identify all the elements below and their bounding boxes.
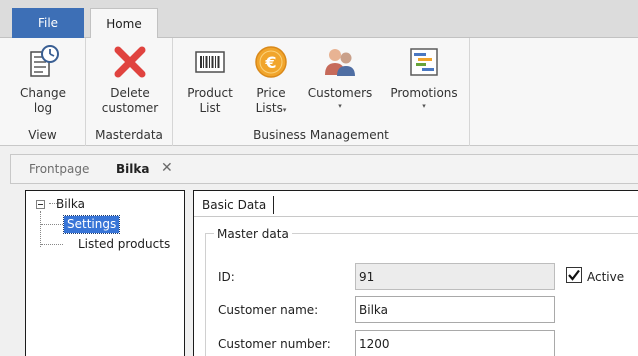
svg-text:€: € [264, 53, 276, 72]
change-log-label-1: Change [20, 86, 66, 100]
group-label-view: View [28, 128, 57, 142]
delete-customer-label-2: customer [101, 101, 159, 115]
tree-connector [41, 224, 63, 225]
tree-node-settings[interactable]: Settings [62, 215, 121, 234]
ribbon-tab-strip: File Home [0, 0, 638, 39]
customers-dropdown-icon: ▾ [338, 102, 342, 110]
id-label: ID: [218, 270, 235, 284]
text-caret [273, 196, 274, 214]
gantt-chart-icon [410, 48, 438, 76]
active-label: Active [587, 270, 625, 284]
customer-number-label: Customer number: [218, 337, 331, 351]
group-label-masterdata: Masterdata [95, 128, 163, 142]
customer-name-label: Customer name: [218, 303, 319, 317]
tree-node-listed-products[interactable]: Listed products [78, 237, 170, 251]
promotions-button[interactable]: Promotions ▾ [383, 44, 465, 111]
group-view: Change log View [0, 38, 86, 146]
price-lists-label-1: Price [256, 86, 286, 100]
customer-number-field[interactable] [355, 330, 555, 356]
price-lists-label-2: Lists [255, 101, 283, 115]
group-business-management: Product List € Price Lists▾ Customers ▾ [173, 38, 470, 146]
doc-tab-bilka[interactable]: Bilka [116, 162, 149, 176]
customers-label: Customers [307, 86, 373, 100]
euro-coin-icon: € [255, 46, 287, 78]
change-log-icon [30, 45, 59, 77]
close-icon[interactable]: ✕ [161, 160, 173, 176]
delete-customer-button[interactable]: Delete customer [94, 44, 166, 116]
product-list-label-1: Product [187, 86, 233, 100]
detail-panel: Basic Data Master data ID: Active Custom… [193, 190, 638, 356]
tree-connector [41, 244, 63, 245]
barcode-icon [195, 51, 225, 73]
tab-file[interactable]: File [12, 8, 84, 38]
master-data-title: Master data [214, 227, 292, 241]
change-log-button[interactable]: Change log [14, 44, 72, 116]
subtab-basic-data[interactable]: Basic Data [202, 198, 266, 212]
group-masterdata: Delete customer Masterdata [86, 38, 173, 146]
people-icon [325, 49, 355, 76]
tab-home[interactable]: Home [90, 8, 158, 39]
delete-x-icon [114, 46, 146, 78]
group-label-business-management: Business Management [253, 128, 389, 142]
promotions-dropdown-icon: ▾ [422, 102, 426, 110]
tree-node-bilka-label: Bilka [56, 197, 85, 211]
id-field[interactable] [355, 263, 555, 290]
active-checkbox[interactable] [566, 267, 582, 283]
delete-customer-label-1: Delete [110, 86, 150, 100]
tree-connector [49, 203, 57, 204]
tree-connector [40, 211, 41, 247]
document-tab-strip: Frontpage Bilka ✕ [10, 154, 638, 184]
promotions-label: Promotions [390, 86, 458, 100]
ribbon: Change log View Delete customer Masterda… [0, 38, 638, 146]
checkmark-icon [568, 269, 580, 281]
price-lists-dropdown-icon: ▾ [282, 106, 287, 114]
subtab-divider [194, 216, 638, 217]
navigation-tree: Bilka Settings Listed products [25, 190, 185, 356]
change-log-label-2: log [33, 101, 53, 115]
doc-tab-frontpage[interactable]: Frontpage [29, 162, 89, 176]
collapse-icon[interactable] [36, 199, 45, 209]
customers-button[interactable]: Customers ▾ [301, 44, 379, 111]
price-lists-button[interactable]: € Price Lists▾ [245, 44, 297, 116]
tree-node-bilka[interactable]: Bilka [36, 197, 85, 211]
product-list-button[interactable]: Product List [179, 44, 241, 116]
customer-name-field[interactable] [355, 296, 555, 323]
product-list-label-2: List [199, 101, 221, 115]
